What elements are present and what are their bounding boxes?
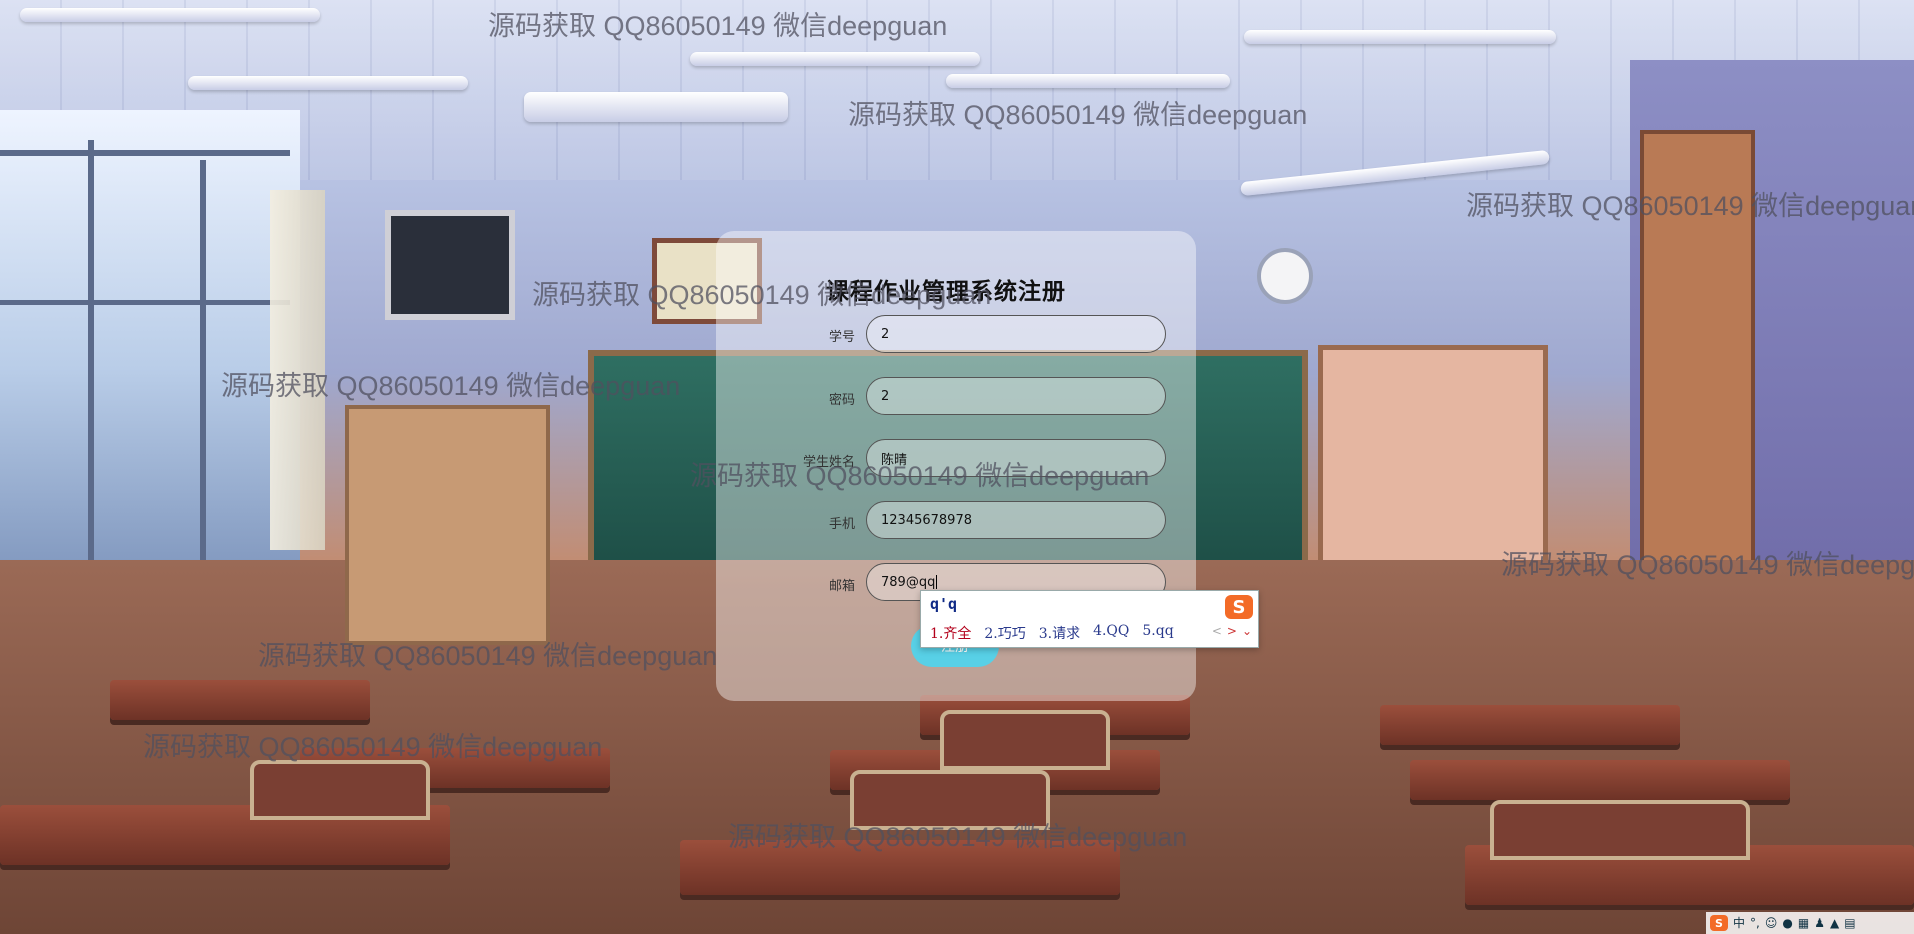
emoji-icon[interactable]: ☺ — [1765, 917, 1778, 929]
user-icon[interactable]: ♟ — [1814, 917, 1825, 929]
expand-icon[interactable]: ⌄ — [1242, 624, 1252, 638]
desk — [110, 680, 370, 720]
watermark: 源码获取 QQ86050149 微信deepguan — [728, 822, 1188, 852]
text-caret — [936, 575, 938, 589]
watermark: 源码获取 QQ86050149 微信deepguan — [532, 280, 992, 310]
ceiling-light — [188, 76, 468, 90]
watermark: 源码获取 QQ86050149 微信deepguan — [221, 371, 681, 401]
prev-page-icon[interactable]: < — [1212, 624, 1222, 638]
window-frame — [0, 300, 290, 305]
chair — [250, 760, 430, 820]
next-page-icon[interactable]: > — [1227, 624, 1237, 638]
password-label: 密码 — [828, 393, 855, 408]
ime-candidate-popup: q'q S 1.齐全 2.巧巧 3.请求 4.QQ 5.qq < > ⌄ — [920, 590, 1259, 648]
tv-monitor — [385, 210, 515, 320]
student-id-input[interactable]: 2 — [866, 315, 1166, 353]
ime-candidate[interactable]: 4.QQ — [1093, 623, 1129, 643]
mic-icon[interactable]: ● — [1782, 917, 1792, 929]
watermark: 源码获取 QQ86050149 微信deepguan — [143, 732, 603, 762]
desk — [1410, 760, 1790, 800]
ceiling-light — [20, 8, 320, 22]
ceiling-light — [690, 52, 980, 66]
ceiling-light — [1244, 30, 1556, 44]
window-frame — [0, 150, 290, 156]
chair — [940, 710, 1110, 770]
phone-label: 手机 — [828, 517, 855, 532]
phone-input[interactable]: 12345678978 — [866, 501, 1166, 539]
watermark: 源码获取 QQ86050149 微信deepguan — [1466, 191, 1914, 221]
ceiling-light — [524, 92, 788, 122]
ime-candidate[interactable]: 2.巧巧 — [984, 623, 1025, 643]
email-label: 邮箱 — [828, 579, 855, 594]
punct-icon[interactable]: °, — [1750, 917, 1760, 929]
ime-candidate[interactable]: 3.请求 — [1039, 623, 1080, 643]
ime-page-nav: < > ⌄ — [1212, 624, 1252, 638]
classroom-window — [0, 110, 300, 580]
grid-icon[interactable]: ▤ — [1844, 917, 1855, 929]
sogou-tray-icon[interactable]: S — [1710, 915, 1728, 931]
ime-toolbar: S 中 °, ☺ ● ▦ ♟ ▲ ▤ — [1706, 912, 1914, 934]
desk — [1380, 705, 1680, 745]
chair — [1490, 800, 1750, 860]
sogou-logo-icon[interactable]: S — [1225, 595, 1253, 619]
wall-clock — [1257, 248, 1313, 304]
student-id-label: 学号 — [828, 330, 855, 345]
ime-candidate[interactable]: 5.qq — [1142, 623, 1173, 643]
watermark: 源码获取 QQ86050149 微信deepguan — [848, 100, 1308, 130]
watermark: 源码获取 QQ86050149 微信deepguan — [1501, 550, 1914, 580]
ime-candidate[interactable]: 1.齐全 — [930, 623, 971, 643]
lang-toggle[interactable]: 中 — [1733, 917, 1745, 929]
watermark: 源码获取 QQ86050149 微信deepguan — [258, 641, 718, 671]
ceiling-light — [946, 74, 1230, 88]
keyboard-icon[interactable]: ▦ — [1798, 917, 1809, 929]
ime-composition: q'q — [930, 595, 958, 613]
bookshelf — [345, 405, 550, 645]
window-frame — [200, 160, 206, 560]
password-input[interactable]: 2 — [866, 377, 1166, 415]
watermark: 源码获取 QQ86050149 微信deepguan — [488, 11, 948, 41]
watermark: 源码获取 QQ86050149 微信deepguan — [690, 461, 1150, 491]
skin-icon[interactable]: ▲ — [1830, 917, 1839, 929]
ime-candidate-list: 1.齐全 2.巧巧 3.请求 4.QQ 5.qq — [930, 623, 1174, 643]
window-frame — [88, 140, 94, 560]
